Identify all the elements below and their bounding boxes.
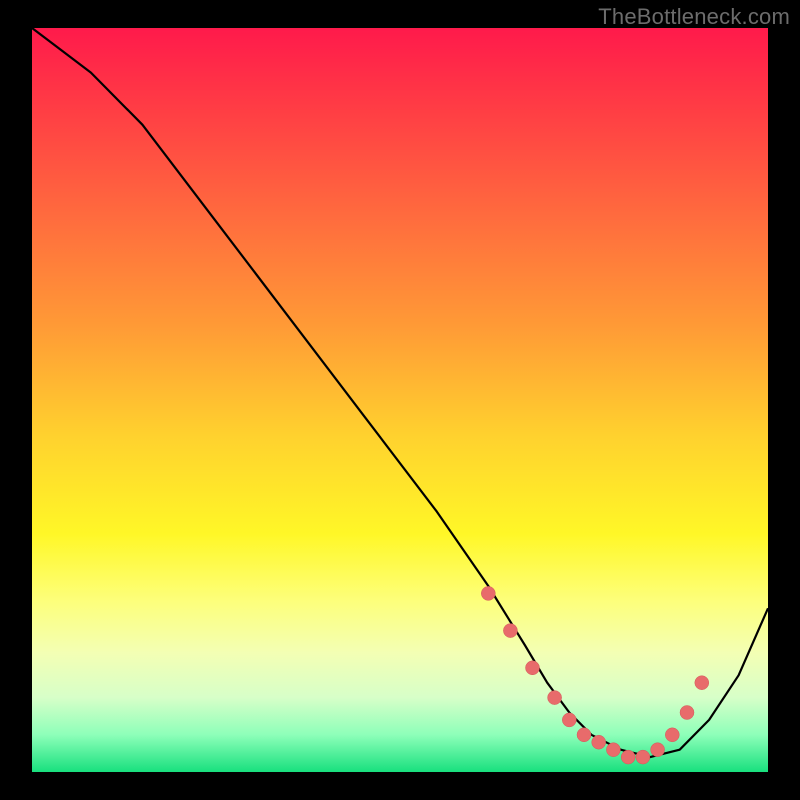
marker-dot — [695, 676, 709, 690]
marker-dot — [651, 743, 665, 757]
marker-dot — [481, 586, 495, 600]
marker-dot — [548, 691, 562, 705]
chart-svg — [32, 28, 768, 772]
marker-dot — [577, 728, 591, 742]
marker-dot — [526, 661, 540, 675]
chart-frame: TheBottleneck.com — [0, 0, 800, 800]
marker-dot — [680, 706, 694, 720]
marker-group — [481, 586, 709, 764]
marker-dot — [636, 750, 650, 764]
watermark-text: TheBottleneck.com — [598, 4, 790, 30]
marker-dot — [665, 728, 679, 742]
marker-dot — [562, 713, 576, 727]
bottleneck-curve — [32, 28, 768, 757]
plot-area — [32, 28, 768, 772]
marker-dot — [606, 743, 620, 757]
marker-dot — [503, 624, 517, 638]
marker-dot — [621, 750, 635, 764]
marker-dot — [592, 735, 606, 749]
